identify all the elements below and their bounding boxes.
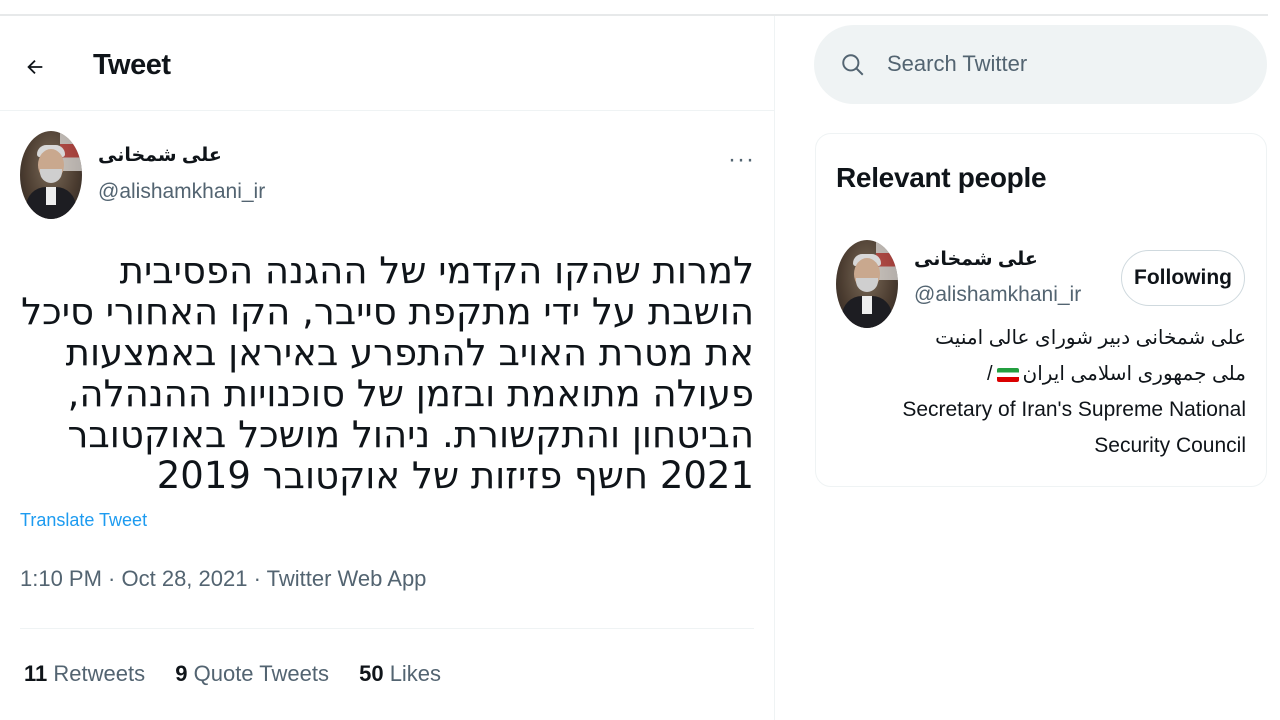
bio-english: Secretary of Iran's Supreme National Sec… <box>902 398 1246 457</box>
iran-flag-icon <box>996 367 1019 382</box>
likes-stat[interactable]: 50 Likes <box>359 661 441 686</box>
quote-tweets-label: Quote Tweets <box>193 661 329 686</box>
author-avatar[interactable] <box>20 131 82 219</box>
translate-tweet-link[interactable]: Translate Tweet <box>20 510 147 531</box>
stats-divider <box>20 628 754 629</box>
likes-label: Likes <box>389 661 442 686</box>
retweets-stat[interactable]: 11 Retweets <box>24 661 145 686</box>
relevant-person-name[interactable]: علی شمخانی <box>914 248 1038 271</box>
page-title: Tweet <box>93 49 171 81</box>
separator: · <box>101 566 122 591</box>
search-placeholder: Search Twitter <box>887 51 1028 76</box>
likes-count: 50 <box>359 661 384 686</box>
relevant-people-title: Relevant people <box>836 162 1047 193</box>
author-name[interactable]: علی شمخانی <box>98 144 222 167</box>
bio-line-1: علی شمخانی دبیر شورای عالی امنیت <box>935 327 1246 349</box>
tweet-source[interactable]: Twitter Web App <box>267 566 427 591</box>
search-input[interactable]: Search Twitter <box>814 25 1267 104</box>
retweets-count: 11 <box>24 661 48 686</box>
following-button[interactable]: Following <box>1121 250 1245 306</box>
back-arrow-icon <box>27 59 43 75</box>
back-button[interactable] <box>14 46 54 86</box>
tweet-stats: 11 Retweets 9 Quote Tweets 50 Likes <box>24 661 465 687</box>
relevant-person-bio: علی شمخانی دبیر شورای عالی امنیت ملی جمه… <box>836 320 1246 392</box>
tweet-timestamp: 1:10 PM · Oct 28, 2021 · Twitter Web App <box>20 566 426 592</box>
relevant-person-handle[interactable]: @alishamkhani_ir <box>914 283 1081 307</box>
main-column: Tweet علی شمخانی @alishamkhani_ir ··· למ… <box>0 16 775 720</box>
quote-tweets-stat[interactable]: 9 Quote Tweets <box>175 661 329 686</box>
separator: · <box>247 566 267 591</box>
author-handle[interactable]: @alishamkhani_ir <box>98 180 265 204</box>
relevant-person-avatar[interactable] <box>836 240 898 328</box>
relevant-people-card: Relevant people علی شمخانی @alishamkhani… <box>815 133 1267 487</box>
bio-line-2: ملی جمهوری اسلامی ایران/ <box>986 363 1246 385</box>
tweet-time[interactable]: 1:10 PM <box>20 566 102 591</box>
page-header: Tweet <box>0 16 774 111</box>
tweet-text: למרות שהקו הקדמי של ההגנה הפסיבית הושבת … <box>21 249 754 497</box>
quote-tweets-count: 9 <box>175 661 188 686</box>
tweet-date[interactable]: Oct 28, 2021 <box>122 566 248 591</box>
retweets-label: Retweets <box>53 661 146 686</box>
search-icon <box>842 54 864 76</box>
more-options-icon[interactable]: ··· <box>728 146 755 174</box>
